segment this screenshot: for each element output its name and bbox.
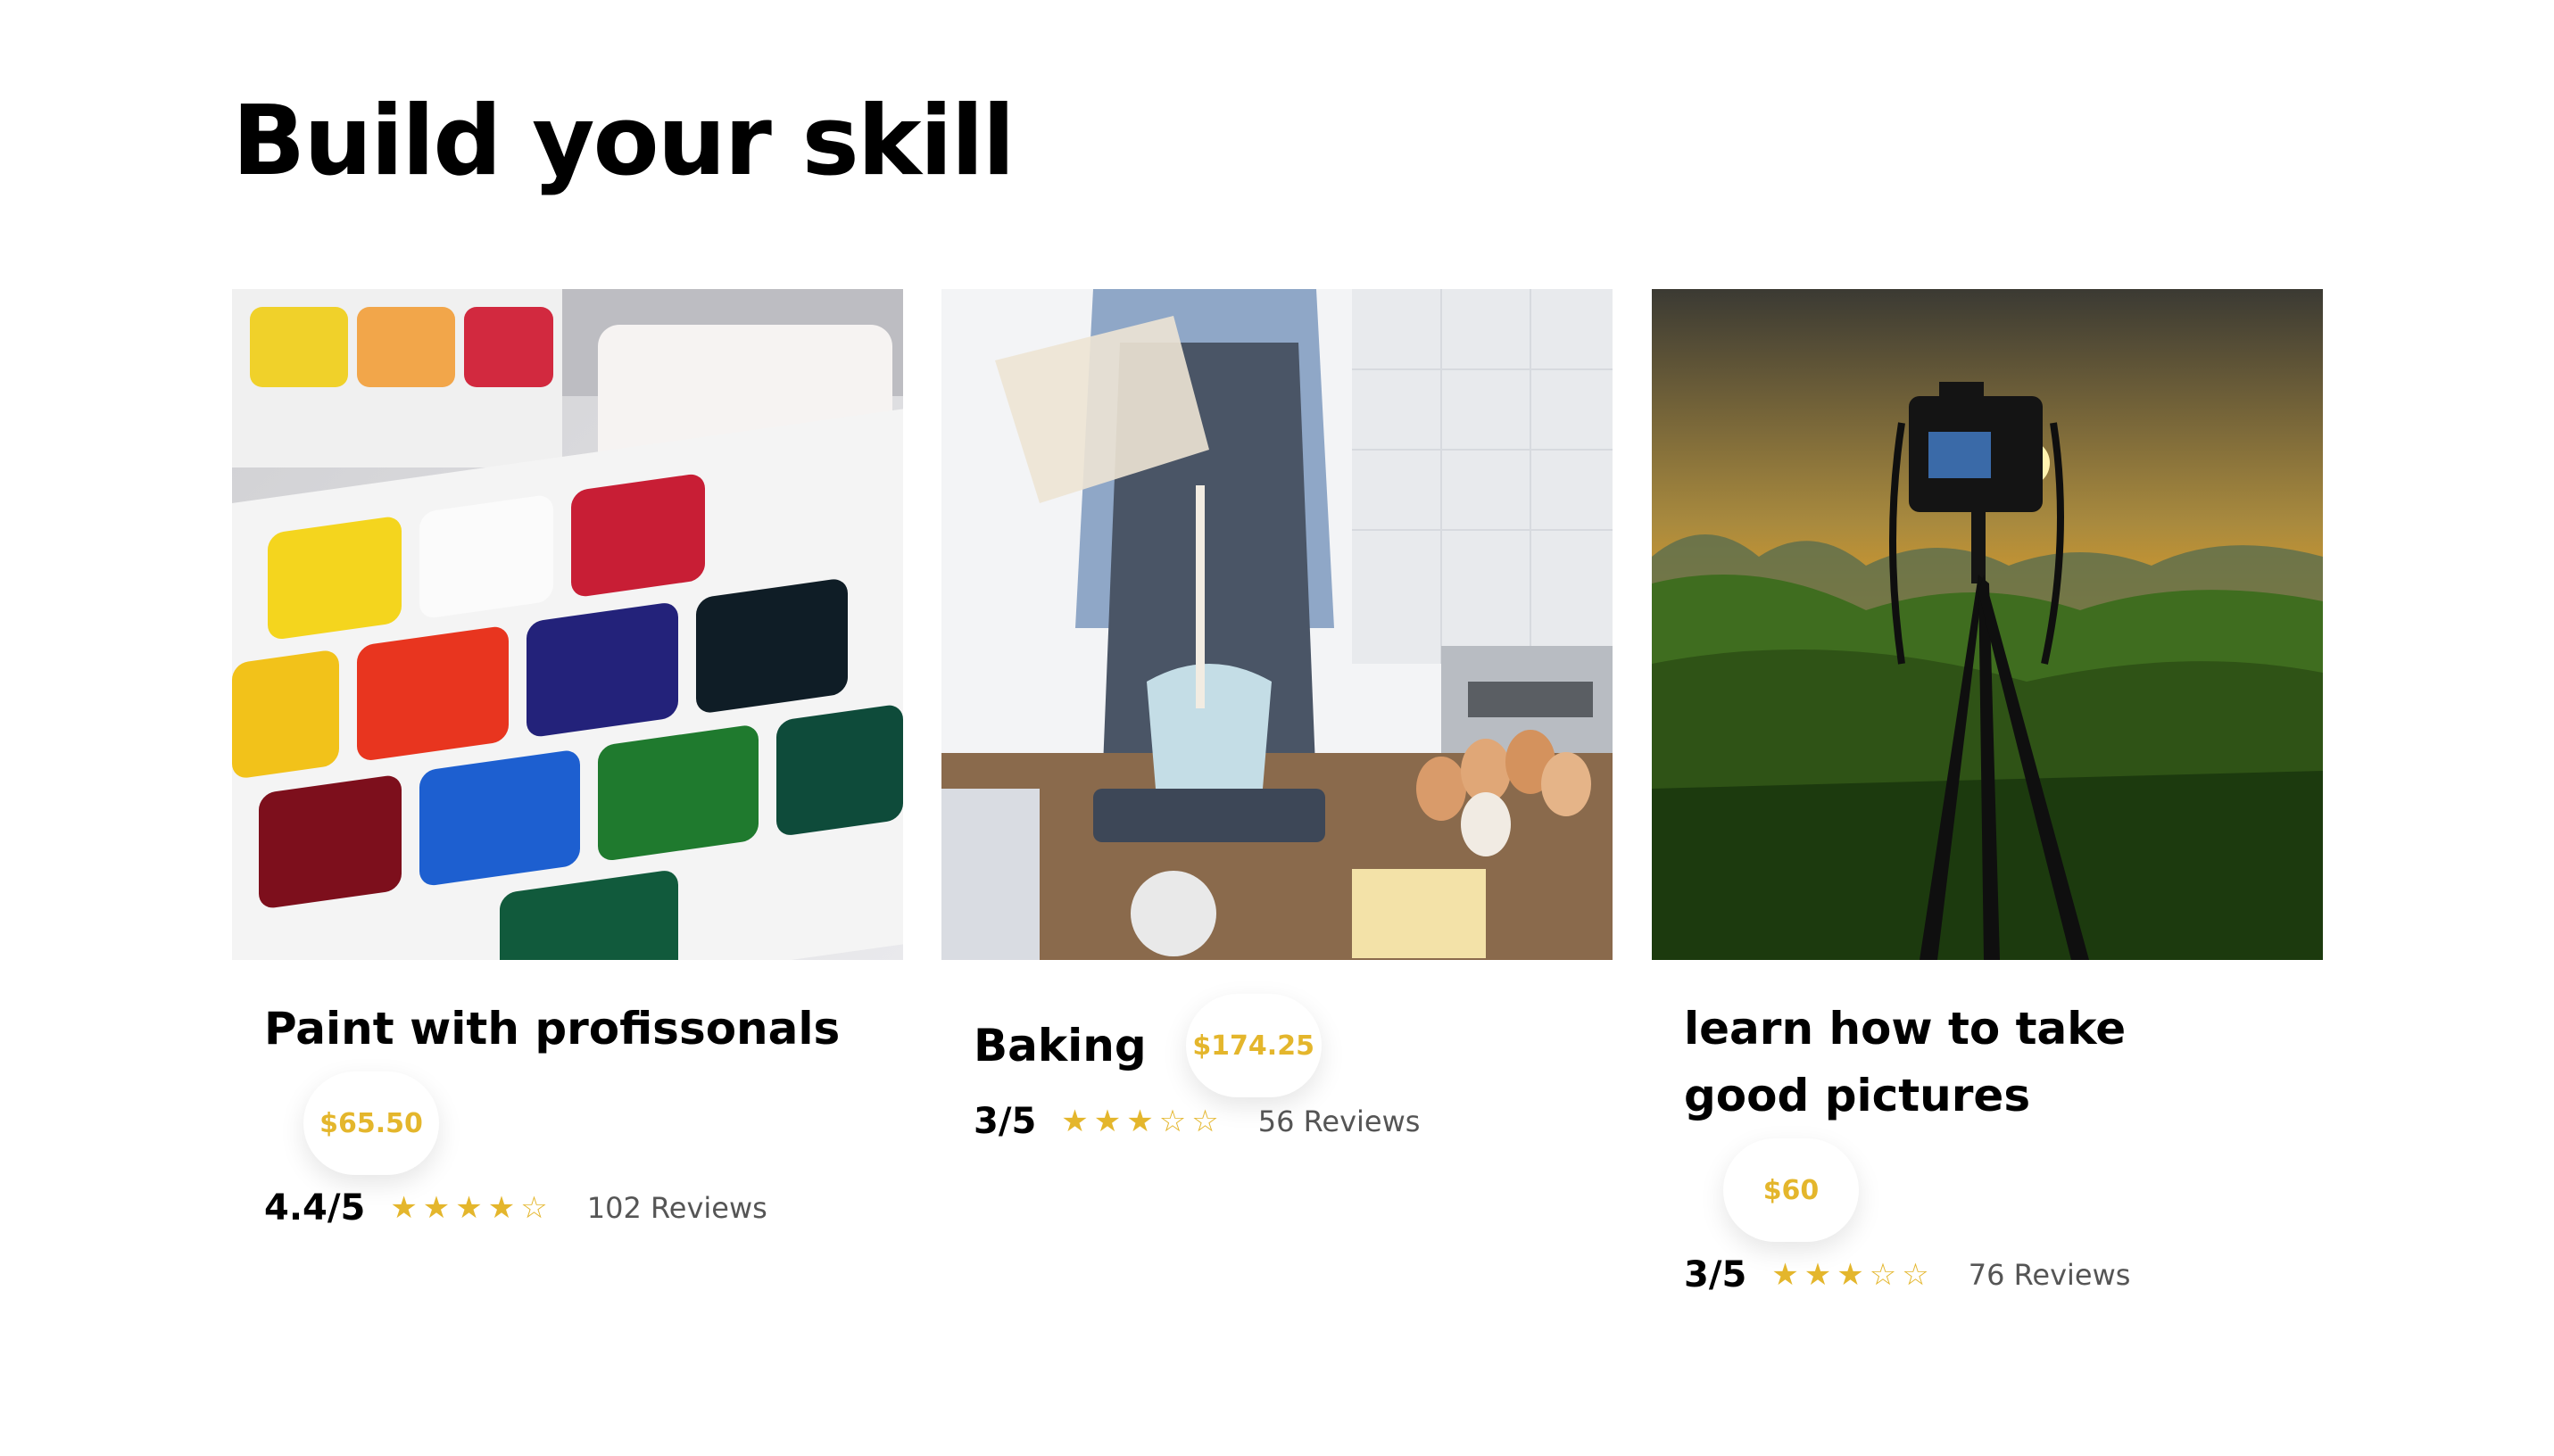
rating-score: 3/5	[974, 1101, 1037, 1142]
star-filled-icon: ★	[422, 1190, 451, 1226]
course-card-photography[interactable]: learn how to take good pictures $60 3/5 …	[1652, 289, 2323, 1295]
price-badge: $174.25	[1185, 994, 1322, 1097]
rating-row: 4.4/5 ★ ★ ★ ★ ☆ 102 Reviews	[264, 1187, 871, 1228]
star-filled-icon: ★	[1837, 1257, 1864, 1293]
price-badge: $65.50	[303, 1071, 439, 1175]
price-badge: $60	[1723, 1138, 1859, 1242]
painting-course-image[interactable]	[232, 289, 903, 960]
card-body: learn how to take good pictures $60 3/5 …	[1652, 996, 2323, 1295]
photography-course-image[interactable]	[1652, 289, 2323, 960]
title-row: Baking $174.25	[974, 994, 1580, 1097]
card-body: Paint with profissonals $65.50 4.4/5 ★ ★…	[232, 996, 903, 1228]
star-outline-icon: ☆	[1902, 1257, 1929, 1293]
reviews-count[interactable]: 76 Reviews	[1969, 1258, 2131, 1292]
star-filled-icon: ★	[1804, 1257, 1832, 1293]
star-filled-icon: ★	[487, 1190, 516, 1226]
star-filled-icon: ★	[390, 1190, 418, 1226]
course-card-painting[interactable]: Paint with profissonals $65.50 4.4/5 ★ ★…	[232, 289, 903, 1228]
course-title[interactable]: Paint with profissonals	[264, 996, 871, 1063]
star-filled-icon: ★	[1061, 1104, 1089, 1139]
rating-row: 3/5 ★ ★ ★ ☆ ☆ 76 Reviews	[1684, 1254, 2291, 1295]
star-filled-icon: ★	[1771, 1257, 1799, 1293]
star-filled-icon: ★	[455, 1190, 483, 1226]
star-rating: ★ ★ ★ ★ ☆	[390, 1193, 547, 1223]
reviews-count[interactable]: 102 Reviews	[587, 1191, 767, 1225]
course-title[interactable]: learn how to take good pictures	[1684, 996, 2255, 1129]
rating-score: 3/5	[1684, 1254, 1747, 1295]
rating-row: 3/5 ★ ★ ★ ☆ ☆ 56 Reviews	[974, 1101, 1580, 1142]
star-outline-icon: ☆	[1158, 1104, 1187, 1139]
star-rating: ★ ★ ★ ☆ ☆	[1061, 1106, 1218, 1137]
star-filled-icon: ★	[1093, 1104, 1122, 1139]
page-title: Build your skill	[232, 86, 1016, 197]
star-filled-icon: ★	[1126, 1104, 1154, 1139]
star-outline-icon: ☆	[520, 1190, 548, 1226]
star-outline-icon: ☆	[1869, 1257, 1897, 1293]
star-rating: ★ ★ ★ ☆ ☆	[1771, 1260, 1928, 1290]
rating-score: 4.4/5	[264, 1187, 366, 1228]
baking-course-image[interactable]	[941, 289, 1613, 960]
course-card-baking[interactable]: Baking $174.25 3/5 ★ ★ ★ ☆ ☆ 56 Reviews	[941, 289, 1613, 1142]
course-title[interactable]: Baking	[974, 1013, 1147, 1080]
star-outline-icon: ☆	[1191, 1104, 1219, 1139]
card-body: Baking $174.25 3/5 ★ ★ ★ ☆ ☆ 56 Reviews	[941, 994, 1613, 1142]
reviews-count[interactable]: 56 Reviews	[1258, 1104, 1421, 1138]
